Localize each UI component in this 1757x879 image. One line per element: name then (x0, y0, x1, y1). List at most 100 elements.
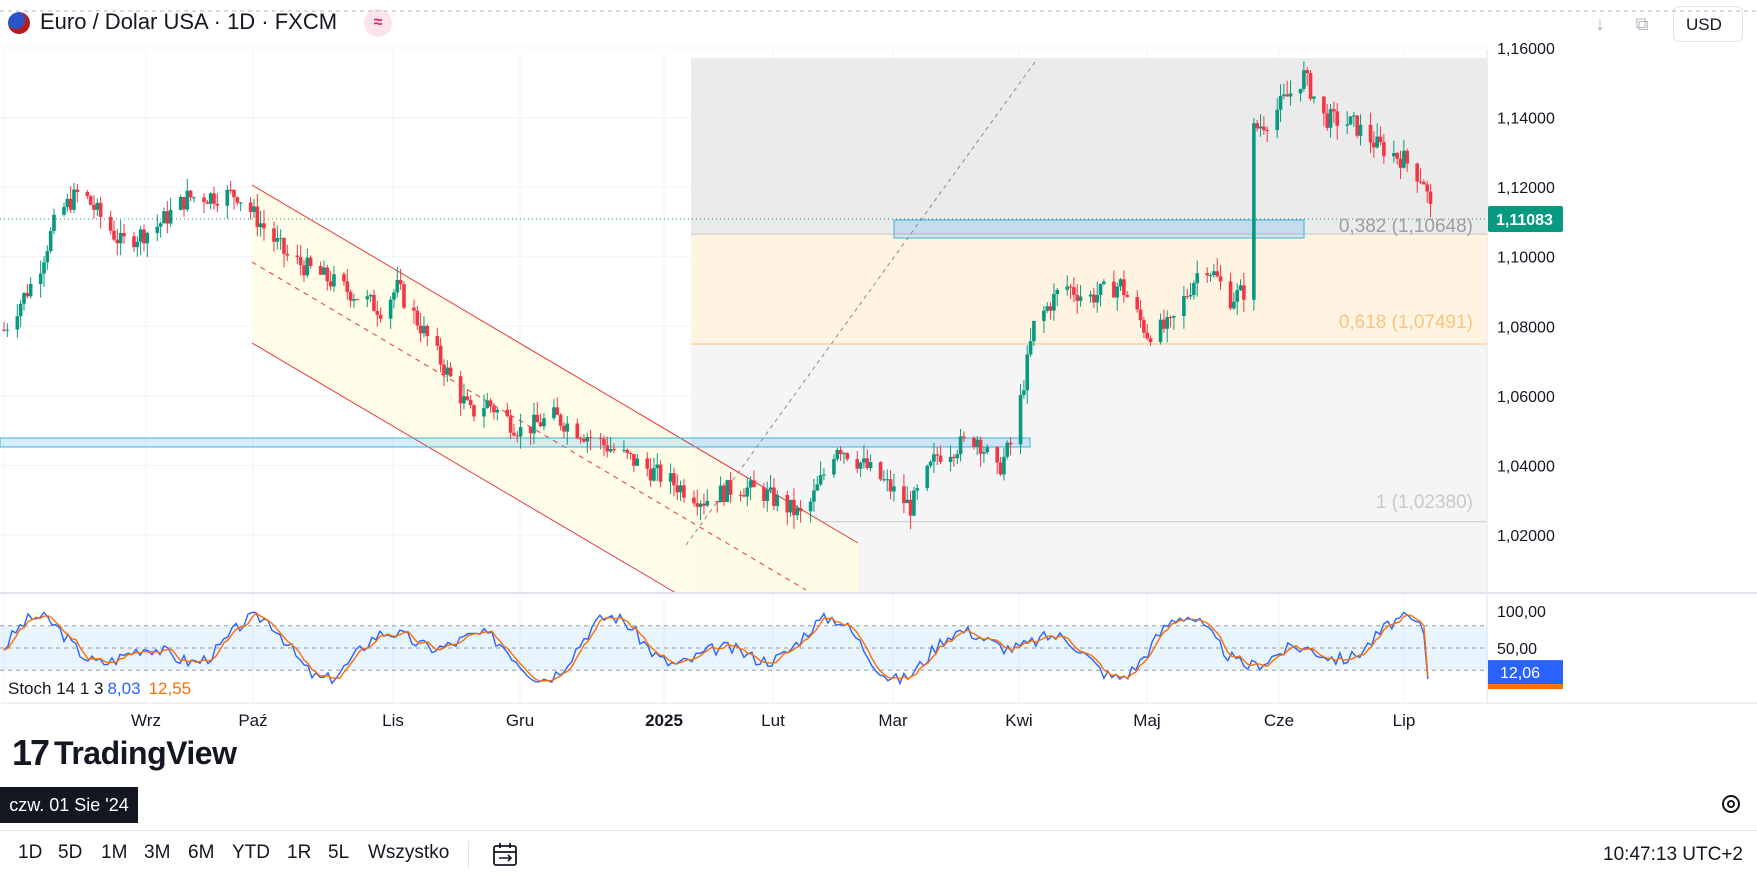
candle-body (15, 316, 20, 330)
candle-body (275, 238, 280, 242)
candle-body (628, 452, 633, 455)
candle-body (138, 229, 143, 242)
candle-body (715, 500, 720, 503)
candle-body (1088, 294, 1093, 297)
candle-body (1382, 142, 1386, 157)
candle-body (902, 486, 906, 504)
candle-body (692, 497, 696, 504)
candle-body (952, 456, 956, 459)
candle-body (178, 196, 183, 210)
candle-body (1415, 163, 1419, 182)
candle-body (608, 449, 613, 452)
candle (402, 281, 406, 310)
range-1d-button[interactable]: 1D (18, 842, 42, 864)
candle-body (462, 396, 466, 404)
candle-body (1025, 354, 1030, 391)
candle-body (435, 336, 440, 346)
price-tick-label: 1,02000 (1497, 528, 1555, 545)
candle-body (1188, 294, 1193, 297)
candle-body (578, 438, 583, 440)
range-ytd-button[interactable]: YTD (232, 842, 270, 864)
range-1m-button[interactable]: 1M (101, 842, 127, 864)
candle-body (45, 251, 50, 263)
candle-body (1372, 142, 1376, 148)
candle (912, 486, 916, 517)
chart-area[interactable]: 1,16000 1,14000 1,12000 1,10000 1,08000 1,060… (0, 0, 1757, 830)
range-6m-button[interactable]: 6M (188, 842, 214, 864)
candle-body (365, 296, 370, 300)
candle-body (1022, 390, 1026, 395)
range-3m-button[interactable]: 3M (144, 842, 170, 864)
range-5l-button[interactable]: 5L (328, 842, 349, 864)
candle-body (565, 423, 570, 432)
candle-body (915, 488, 920, 491)
stoch-d-badge (1488, 684, 1563, 690)
fib-label-0382: 0,382 (1,10648) (1339, 216, 1473, 237)
candle-body (605, 445, 610, 452)
candle-body (1302, 70, 1306, 89)
candle-body (418, 325, 423, 334)
candle-body (1418, 181, 1423, 183)
candle-body (65, 198, 70, 208)
candle-body (815, 484, 820, 491)
candle-body (445, 367, 450, 375)
candle-body (868, 462, 873, 469)
candle-body (655, 464, 660, 469)
candle-body (1205, 273, 1210, 276)
candle-body (155, 226, 160, 233)
candle-body (205, 202, 210, 204)
candle-body (52, 214, 56, 232)
candle-body (892, 486, 896, 492)
time-axis-label: Mar (878, 711, 908, 730)
tradingview-logo[interactable]: 17 TradingView (12, 732, 237, 773)
candle-body (518, 427, 523, 437)
candle-body (1185, 296, 1190, 298)
candle-body (1368, 124, 1373, 143)
fib-label-1: 1 (1,02380) (1376, 492, 1473, 513)
go-to-date-calendar-icon[interactable] (491, 841, 519, 869)
axis-settings-icon[interactable] (1719, 792, 1743, 816)
candle (1355, 115, 1359, 139)
stoch-d-value: 12,55 (148, 679, 192, 698)
candle-body (1328, 109, 1333, 128)
candle-body (762, 487, 766, 501)
candle-body (212, 193, 216, 204)
candle-body (295, 255, 300, 258)
candle-body (158, 223, 163, 227)
candle-body (1262, 126, 1266, 131)
candle-body (695, 503, 700, 507)
range-all-button[interactable]: Wszystko (368, 842, 449, 864)
candle-body (402, 284, 406, 308)
candle-body (228, 189, 233, 191)
candle-body (1075, 294, 1080, 301)
candle-body (1042, 310, 1046, 321)
stoch-legend[interactable]: Stoch 14 1 3 8,03 12,55 (8, 679, 191, 699)
candle-body (298, 257, 303, 266)
candle-body (582, 439, 586, 442)
candle-body (505, 409, 510, 417)
candle-body (38, 273, 43, 284)
candle-body (185, 190, 190, 210)
candle-body (1325, 113, 1330, 128)
candle-body (75, 189, 80, 192)
candle-body (1048, 306, 1053, 311)
candle-body (285, 253, 290, 256)
candle-body (1288, 93, 1293, 97)
candle-body (1145, 332, 1150, 339)
support-zone (0, 437, 1031, 448)
candle-body (512, 432, 516, 436)
candle-body (858, 462, 863, 469)
candle-body (765, 489, 770, 501)
candle-body (542, 418, 546, 427)
candle-body (668, 473, 673, 482)
candle-body (165, 211, 170, 224)
candle-body (238, 202, 243, 204)
candle-body (328, 281, 333, 287)
range-1r-button[interactable]: 1R (287, 842, 311, 864)
time-axis-label: Lut (761, 711, 785, 730)
candle-body (855, 459, 860, 469)
candle-body (62, 207, 66, 215)
candle-body (955, 454, 960, 459)
candle-body (795, 507, 800, 516)
range-5d-button[interactable]: 5D (58, 842, 82, 864)
